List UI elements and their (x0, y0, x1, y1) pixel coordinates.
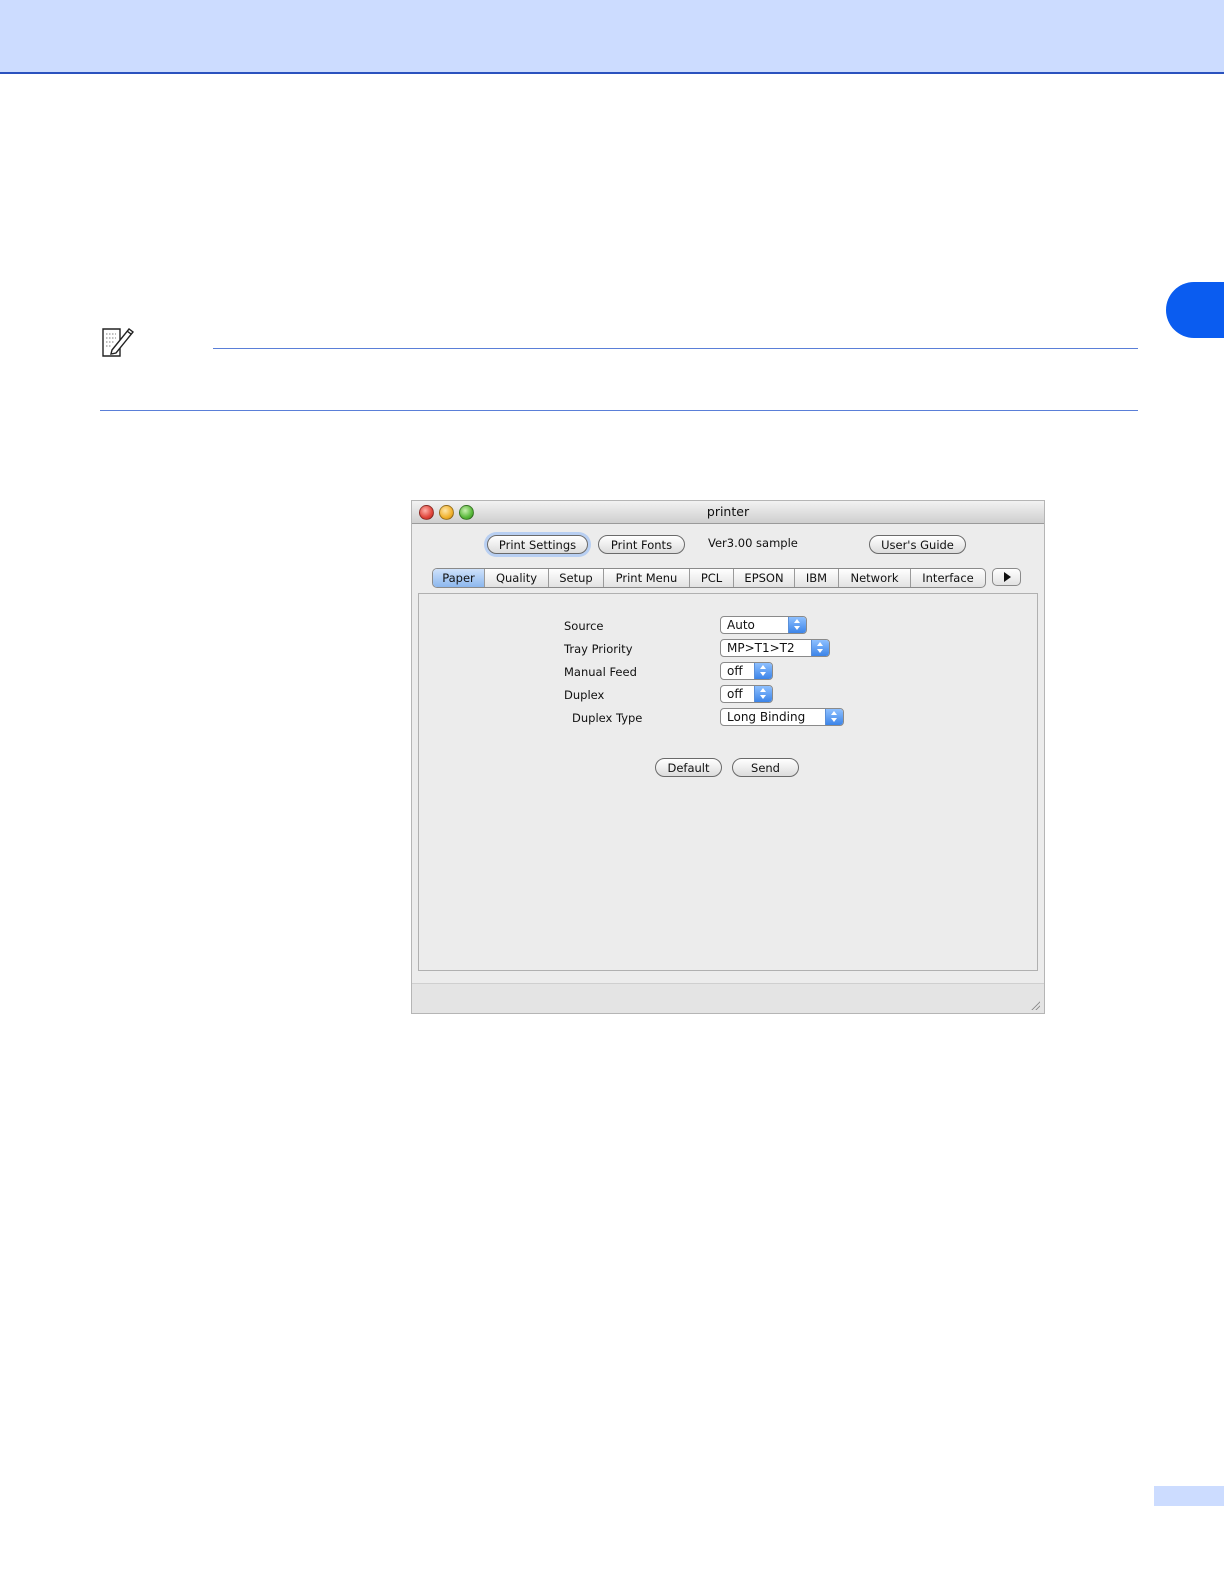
printer-window: printer Print Settings Print Fonts Ver3.… (411, 500, 1045, 1014)
tab-epson[interactable]: EPSON (734, 569, 795, 587)
tab-ibm[interactable]: IBM (795, 569, 839, 587)
resize-grip-icon[interactable] (1030, 1000, 1040, 1010)
duplex-value: off (727, 687, 743, 701)
manual-feed-select[interactable]: off (720, 662, 773, 680)
print-fonts-button[interactable]: Print Fonts (598, 535, 685, 554)
users-guide-button[interactable]: User's Guide (869, 535, 966, 554)
select-arrows-icon (788, 617, 806, 633)
duplex-type-value: Long Binding (727, 710, 806, 724)
window-title: printer (706, 504, 750, 519)
duplex-label: Duplex (564, 688, 605, 702)
source-select[interactable]: Auto (720, 616, 807, 634)
tab-network[interactable]: Network (839, 569, 911, 587)
duplex-type-label: Duplex Type (572, 711, 643, 725)
select-arrows-icon (811, 640, 829, 656)
default-button[interactable]: Default (655, 758, 722, 777)
tab-quality[interactable]: Quality (485, 569, 549, 587)
tray-priority-label: Tray Priority (564, 642, 633, 656)
note-rule-top (213, 348, 1138, 349)
send-button[interactable]: Send (732, 758, 799, 777)
window-titlebar[interactable]: printer (412, 501, 1044, 524)
note-rule-bottom (100, 410, 1138, 411)
print-settings-button[interactable]: Print Settings (487, 535, 588, 554)
page-number-tab (1154, 1486, 1224, 1506)
manual-feed-label: Manual Feed (564, 665, 637, 679)
window-statusbar (412, 983, 1044, 1013)
source-value: Auto (727, 618, 755, 632)
version-label: Ver3.00 sample (708, 536, 798, 550)
tab-pcl[interactable]: PCL (690, 569, 734, 587)
tab-setup[interactable]: Setup (549, 569, 604, 587)
duplex-select[interactable]: off (720, 685, 773, 703)
duplex-type-select[interactable]: Long Binding (720, 708, 844, 726)
select-arrows-icon (825, 709, 843, 725)
note-pencil-icon (102, 328, 135, 357)
tab-print-menu[interactable]: Print Menu (604, 569, 690, 587)
source-label: Source (564, 619, 604, 633)
select-arrows-icon (754, 686, 772, 702)
select-arrows-icon (754, 663, 772, 679)
tab-interface[interactable]: Interface (911, 569, 985, 587)
page-header-band (0, 0, 1224, 74)
chapter-tab-marker (1166, 282, 1224, 338)
tab-paper[interactable]: Paper (433, 569, 485, 587)
settings-tabs: Paper Quality Setup Print Menu PCL EPSON… (432, 568, 986, 588)
manual-feed-value: off (727, 664, 743, 678)
tray-priority-value: MP>T1>T2 (727, 641, 795, 655)
tray-priority-select[interactable]: MP>T1>T2 (720, 639, 830, 657)
tab-scroll-right-icon[interactable] (992, 568, 1021, 586)
